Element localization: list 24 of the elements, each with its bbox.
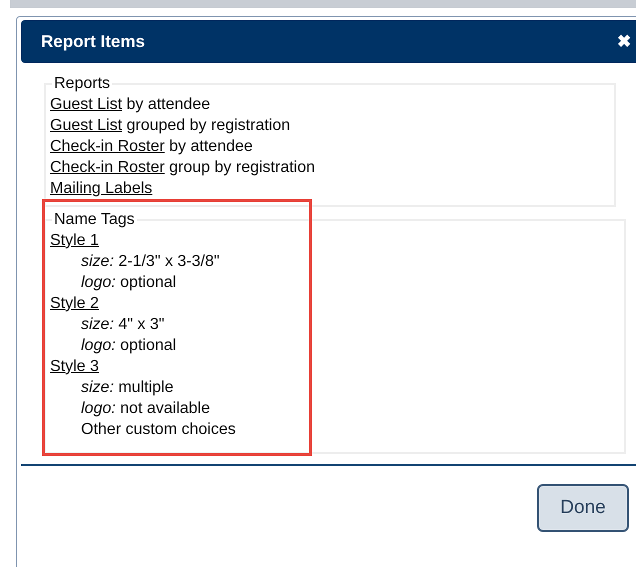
report-link[interactable]: Guest List xyxy=(50,117,122,134)
style-detail: logo: optional xyxy=(80,336,178,356)
style-detail: size: 4" x 3" xyxy=(80,315,166,335)
report-entry: Guest List grouped by registration xyxy=(50,116,292,136)
report-link[interactable]: Check-in Roster xyxy=(50,159,165,176)
dialog-title: Report Items xyxy=(41,32,145,52)
done-button[interactable]: Done xyxy=(537,484,629,532)
style-detail: size: multiple xyxy=(80,378,174,398)
style-detail: size: 2-1/3" x 3-3/8" xyxy=(80,252,221,272)
close-button[interactable]: ✖ xyxy=(617,31,631,52)
style-detail: Other custom choices xyxy=(80,420,237,440)
report-entry: Check-in Roster by attendee xyxy=(50,137,254,157)
group-legend: Name Tags xyxy=(52,209,137,230)
style-detail: logo: optional xyxy=(80,273,178,293)
group-legend: Reports xyxy=(52,73,112,94)
report-link[interactable]: Check-in Roster xyxy=(50,138,165,155)
report-entry: Guest List by attendee xyxy=(50,95,212,115)
style-link[interactable]: Style 1 xyxy=(50,232,99,249)
style-detail: logo: not available xyxy=(80,399,211,419)
report-link[interactable]: Guest List xyxy=(50,96,122,113)
style-link[interactable]: Style 3 xyxy=(50,358,99,375)
report-entry: Check-in Roster group by registration xyxy=(50,158,316,178)
report-link[interactable]: Mailing Labels xyxy=(50,180,152,197)
style-link[interactable]: Style 2 xyxy=(50,295,99,312)
